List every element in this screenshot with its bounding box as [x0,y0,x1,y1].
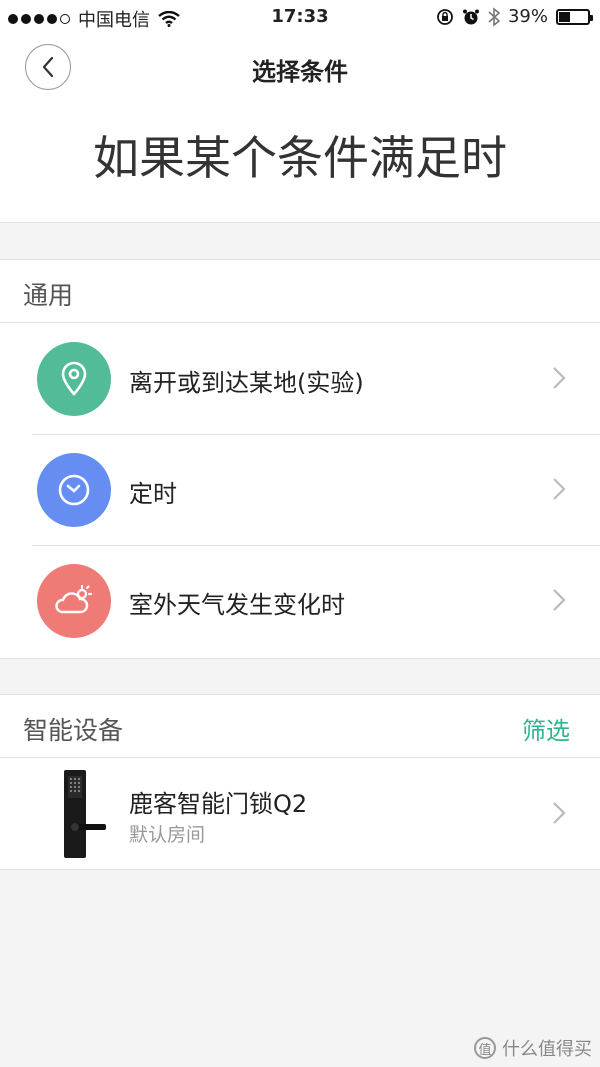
filter-button[interactable]: 筛选 [522,711,570,746]
section-title-devices: 智能设备 [23,716,124,745]
chevron-right-icon [553,367,566,389]
condition-weather[interactable]: 室外天气发生变化时 [0,545,600,656]
battery-percent: 39% [507,6,548,27]
bluetooth-icon [488,6,500,27]
general-section-header: 通用 [0,260,600,323]
chevron-right-icon [553,589,566,611]
alarm-icon [462,9,479,24]
battery-icon [556,8,593,25]
watermark-badge: 值 [474,1037,496,1059]
device-room: 默认房间 [129,824,206,846]
condition-label: 室外天气发生变化时 [129,591,345,619]
clock-icon [37,453,111,527]
device-door-lock[interactable]: 鹿客智能门锁Q2 默认房间 [0,758,600,868]
rotation-lock-icon [437,8,453,25]
location-pin-icon [37,342,111,416]
watermark: 值 什么值得买 [474,1035,592,1061]
status-right: 39% [436,6,593,27]
general-section: 通用 离开或到达某地(实验) 定时 室外天气发生变化时 [0,259,600,659]
section-title-general: 通用 [23,281,74,310]
chevron-right-icon [553,802,566,824]
weather-icon [37,564,111,638]
header: 选择条件 如果某个条件满足时 [0,34,600,223]
condition-headline: 如果某个条件满足时 [93,131,507,185]
watermark-text: 什么值得买 [502,1039,592,1060]
page-title: 选择条件 [252,58,348,86]
condition-timer[interactable]: 定时 [0,434,600,545]
status-bar: 中国电信 17:33 39% [0,0,600,34]
door-lock-icon [64,770,106,858]
condition-label: 定时 [129,480,177,508]
devices-section: 智能设备 筛选 鹿客智能门锁Q2 默认房间 [0,694,600,870]
chevron-right-icon [553,478,566,500]
condition-location[interactable]: 离开或到达某地(实验) [0,323,600,434]
condition-label: 离开或到达某地(实验) [129,369,364,397]
device-name: 鹿客智能门锁Q2 [129,790,308,818]
devices-section-header: 智能设备 筛选 [0,695,600,758]
